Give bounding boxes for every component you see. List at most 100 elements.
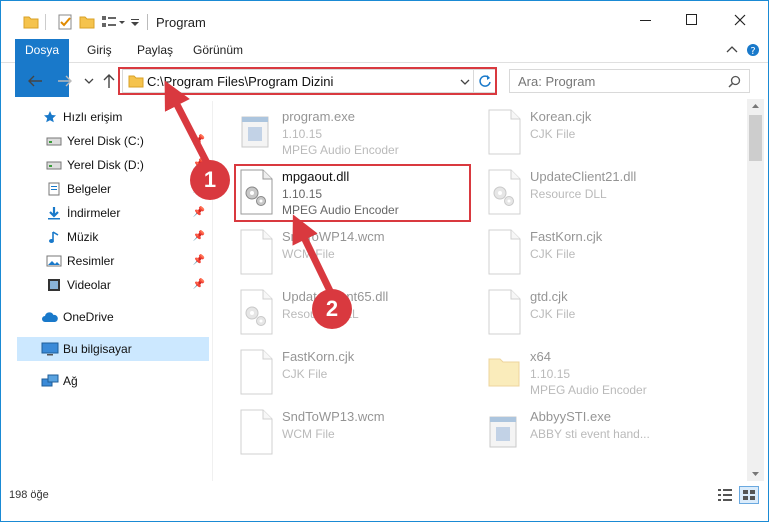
- search-input[interactable]: Ara: Program: [518, 74, 595, 89]
- minimize-icon: [640, 20, 651, 21]
- folder-icon[interactable]: [23, 13, 39, 31]
- file-description: MPEG Audio Encoder: [282, 143, 399, 157]
- file-highlight-box: [234, 164, 471, 222]
- file-item[interactable]: program.exe 1.10.15 MPEG Audio Encoder: [228, 105, 468, 163]
- sidebar-item-disk-d[interactable]: Yerel Disk (D:) 📌: [17, 153, 209, 177]
- document-icon: [45, 181, 63, 197]
- sidebar-item-documents[interactable]: Belgeler 📌: [17, 177, 209, 201]
- file-icon: [486, 409, 522, 455]
- picture-icon: [45, 253, 63, 269]
- recent-locations-button[interactable]: [79, 71, 99, 91]
- properties-icon[interactable]: [57, 13, 73, 31]
- title-divider: [147, 14, 148, 30]
- file-item[interactable]: UpdateClient21.dll Resource DLL: [476, 165, 716, 223]
- file-list: program.exe 1.10.15 MPEG Audio Encoder mpga…: [214, 101, 744, 481]
- file-item[interactable]: AbbyySTI.exe ABBY sti event hand...: [476, 405, 716, 463]
- forward-arrow-icon: [58, 75, 72, 87]
- file-detail: CJK File: [530, 247, 576, 261]
- navigation-pane: Hızlı erişim Yerel Disk (C:) 📌 Yerel Dis…: [1, 101, 212, 481]
- file-detail: 1.10.15: [282, 127, 323, 141]
- drive-icon: [45, 133, 63, 149]
- maximize-button[interactable]: [669, 1, 715, 39]
- file-name: x64: [530, 349, 551, 364]
- sidebar-item-disk-c[interactable]: Yerel Disk (C:) 📌: [17, 129, 209, 153]
- dll-file-icon: [486, 169, 522, 215]
- search-box[interactable]: Ara: Program: [509, 69, 750, 93]
- search-icon: [728, 75, 741, 88]
- computer-icon: [41, 341, 59, 357]
- file-detail: Resource DLL: [530, 187, 607, 201]
- vertical-scrollbar[interactable]: [747, 99, 764, 481]
- network-icon: [41, 373, 59, 389]
- file-name: program.exe: [282, 109, 355, 124]
- tab-view[interactable]: Görünüm: [183, 39, 253, 62]
- minimize-button[interactable]: [623, 1, 669, 39]
- file-name: SndToWP13.wcm: [282, 409, 385, 424]
- sidebar-item-pictures[interactable]: Resimler 📌: [17, 249, 209, 273]
- pin-icon: 📌: [192, 231, 205, 242]
- ribbon-expand-icon[interactable]: [726, 44, 738, 58]
- sidebar-item-label: Müzik: [67, 230, 99, 244]
- item-count: 198 öğe: [9, 489, 49, 501]
- file-name: FastKorn.cjk: [282, 349, 355, 364]
- view-options-icon[interactable]: [101, 13, 127, 31]
- sidebar-item-label: Hızlı erişim: [63, 110, 123, 124]
- pin-icon: 📌: [192, 135, 205, 146]
- details-view-icon: [718, 489, 732, 501]
- ribbon-tabs: Dosya Giriş Paylaş Görünüm ?: [1, 39, 768, 97]
- address-highlight-box: [118, 67, 497, 95]
- close-button[interactable]: [717, 1, 763, 39]
- customize-toolbar-icon[interactable]: [129, 13, 141, 31]
- file-item[interactable]: Korean.cjk CJK File: [476, 105, 716, 163]
- sidebar-item-network[interactable]: Ağ: [17, 369, 209, 393]
- sidebar-item-label: İndirmeler: [67, 206, 121, 220]
- back-button[interactable]: [25, 71, 45, 91]
- file-detail: CJK File: [530, 307, 576, 321]
- file-detail: 1.10.15: [530, 367, 571, 381]
- file-detail: WCM File: [282, 247, 335, 261]
- tab-home[interactable]: Giriş: [77, 39, 122, 62]
- sidebar-item-downloads[interactable]: İndirmeler 📌: [17, 201, 209, 225]
- separator-icon: [45, 13, 47, 31]
- scrollbar-thumb[interactable]: [749, 115, 762, 161]
- forward-button[interactable]: [55, 71, 75, 91]
- pin-icon: 📌: [192, 279, 205, 290]
- up-button[interactable]: [99, 71, 119, 91]
- large-icons-view-button[interactable]: [739, 486, 759, 504]
- file-name: AbbyySTI.exe: [530, 409, 611, 424]
- pin-icon: 📌: [192, 255, 205, 266]
- drive-icon: [45, 157, 63, 173]
- file-name: UpdateClient21.dll: [530, 169, 637, 184]
- help-icon[interactable]: ?: [746, 43, 760, 60]
- sidebar-item-label: Belgeler: [67, 182, 112, 196]
- scroll-up-icon: [752, 104, 759, 108]
- file-item[interactable]: gtd.cjk CJK File: [476, 285, 716, 343]
- file-detail: ABBY sti event hand...: [530, 427, 650, 441]
- file-icon: [238, 349, 274, 395]
- sidebar-item-label: Yerel Disk (C:): [67, 134, 144, 148]
- explorer-window: Program Dosya Giriş Paylaş Görünüm ? C:\…: [0, 0, 769, 522]
- svg-text:?: ?: [750, 46, 755, 57]
- sidebar-item-quick-access[interactable]: Hızlı erişim: [17, 105, 209, 129]
- sidebar-item-label: Yerel Disk (D:): [67, 158, 144, 172]
- file-item[interactable]: x64 1.10.15 MPEG Audio Encoder: [476, 345, 716, 403]
- file-icon: [486, 229, 522, 275]
- details-view-button[interactable]: [717, 488, 733, 505]
- file-item[interactable]: SndToWP13.wcm WCM File: [228, 405, 468, 463]
- file-item[interactable]: FastKorn.cjk CJK File: [228, 345, 468, 403]
- status-bar: 198 öğe: [1, 483, 768, 521]
- sidebar-item-this-pc[interactable]: Bu bilgisayar: [17, 337, 209, 361]
- pin-icon: 📌: [192, 207, 205, 218]
- sidebar-item-videos[interactable]: Videolar 📌: [17, 273, 209, 297]
- file-icon: [486, 289, 522, 335]
- sidebar-item-label: Resimler: [67, 254, 115, 268]
- file-item[interactable]: SndToWP14.wcm WCM File: [228, 225, 468, 283]
- music-icon: [45, 229, 63, 245]
- new-folder-icon[interactable]: [79, 13, 95, 31]
- close-icon: [734, 14, 746, 26]
- sidebar-item-music[interactable]: Müzik 📌: [17, 225, 209, 249]
- file-detail: CJK File: [282, 367, 328, 381]
- tab-share[interactable]: Paylaş: [127, 39, 183, 62]
- sidebar-item-onedrive[interactable]: OneDrive: [17, 305, 209, 329]
- file-item[interactable]: FastKorn.cjk CJK File: [476, 225, 716, 283]
